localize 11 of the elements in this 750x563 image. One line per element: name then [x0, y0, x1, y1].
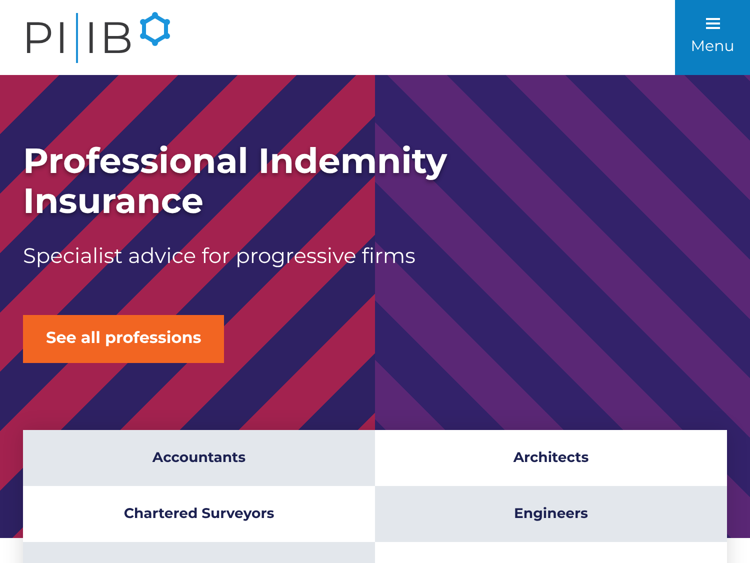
- logo[interactable]: PI IB: [0, 0, 171, 75]
- logo-text: IB: [84, 16, 135, 60]
- profession-link[interactable]: Engineers: [375, 486, 727, 542]
- logo-text: PI: [22, 16, 70, 60]
- hero-title: Professional Indemnity Insurance: [23, 141, 448, 221]
- menu-button[interactable]: Menu: [675, 0, 750, 75]
- menu-icon: [706, 18, 720, 29]
- profession-link[interactable]: Accountants: [23, 430, 375, 486]
- profession-link[interactable]: Chartered Surveyors: [23, 486, 375, 542]
- hero-subtitle: Specialist advice for progressive firms: [23, 243, 416, 271]
- profession-link[interactable]: Architects: [375, 430, 727, 486]
